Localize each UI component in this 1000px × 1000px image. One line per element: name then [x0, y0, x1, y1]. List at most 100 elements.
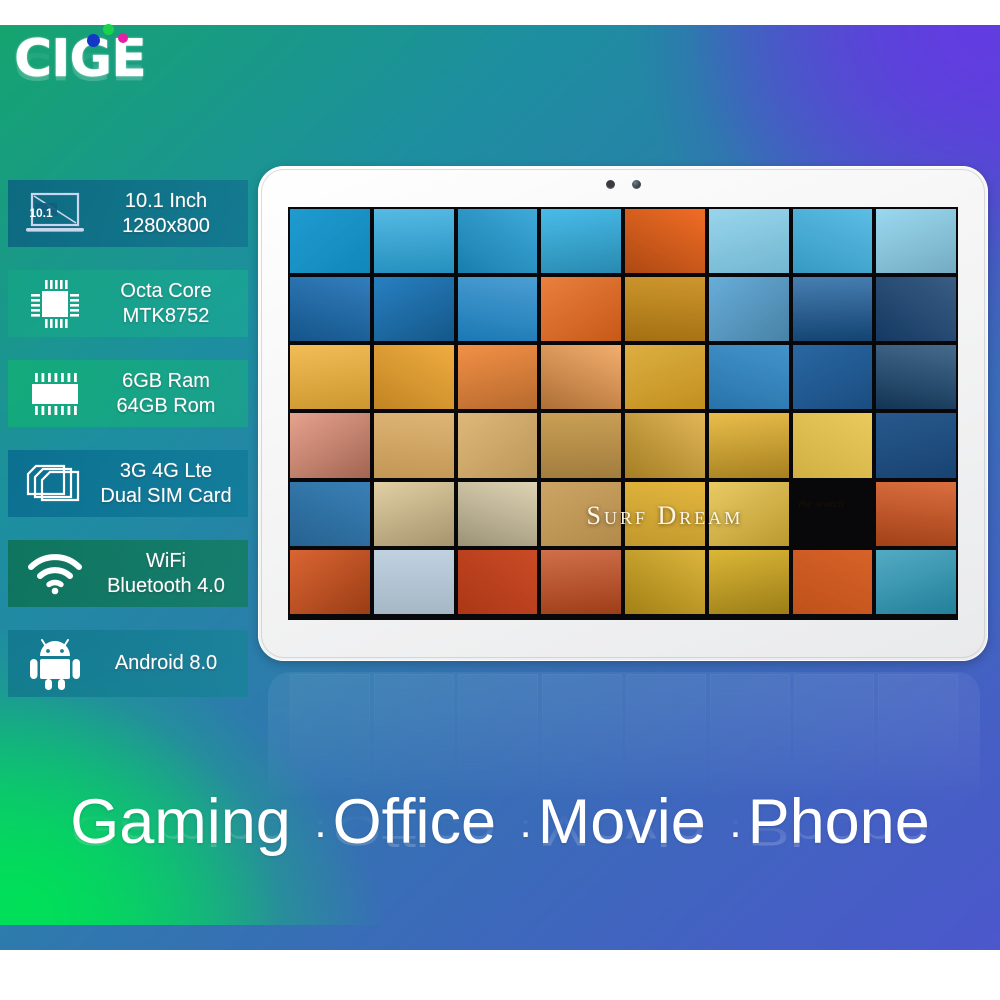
- wallpaper-tile: [625, 413, 705, 478]
- spec-badge-display-text: 10.1 Inch 1280x800: [94, 189, 238, 239]
- wallpaper-brand-mark: the search: [793, 482, 873, 546]
- wallpaper-tile: [290, 277, 370, 342]
- wallpaper-tile: [792, 413, 873, 478]
- android-robot-icon: [16, 635, 94, 693]
- wallpaper-tile: [708, 345, 789, 410]
- wallpaper-tile: [541, 413, 621, 478]
- wallpaper-tile: [290, 413, 370, 478]
- tagline-item: Gaming: [70, 806, 291, 855]
- spec-badge-wireless: WiFi Bluetooth 4.0: [8, 540, 248, 607]
- wallpaper-tile: [373, 209, 454, 274]
- wallpaper-tile: [792, 549, 873, 614]
- wallpaper-tile: [457, 345, 538, 410]
- monitor-icon: 10.1: [16, 185, 94, 243]
- tagline-reflection: Gaming .Office .Movie .Phone: [70, 805, 929, 855]
- top-white-margin: [0, 0, 1000, 25]
- tagline-block: Gaming .Office .Movie .Phone Gaming .Off…: [0, 786, 1000, 916]
- product-banner: CIGE CIGE 10.1 10.1 Inch 1280x800 Octa C…: [0, 0, 1000, 1000]
- spec-badge-network: 3G 4G Lte Dual SIM Card: [8, 450, 248, 517]
- wallpaper-tile: [290, 345, 370, 410]
- spec-badge-display: 10.1 10.1 Inch 1280x800: [8, 180, 248, 247]
- wallpaper-tile: [541, 481, 621, 546]
- brand-logo: CIGE CIGE: [14, 24, 244, 140]
- wallpaper-tile: [876, 413, 956, 478]
- wallpaper-tile: [708, 549, 789, 614]
- wallpaper-tile: [792, 277, 873, 342]
- wallpaper-mosaic-grid: Surf Dream the search: [288, 207, 958, 620]
- memory-chip-icon: [16, 365, 94, 423]
- wallpaper-brand-mark-text: the search: [798, 497, 844, 510]
- wallpaper-tile: [457, 549, 538, 614]
- wallpaper-tile: [290, 481, 370, 546]
- wallpaper-tile: [708, 481, 789, 546]
- tablet-screen[interactable]: Surf Dream the search: [288, 207, 958, 620]
- sim-card-icon: [16, 455, 94, 513]
- wallpaper-tile: [457, 481, 538, 546]
- spec-badge-os: Android 8.0: [8, 630, 248, 697]
- wallpaper-tile: [625, 209, 705, 274]
- wallpaper-tile: [792, 209, 873, 274]
- spec-badge-processor: Octa Core MTK8752: [8, 270, 248, 337]
- wallpaper-tile: [625, 277, 705, 342]
- spec-processor-line1: Octa Core: [120, 279, 212, 302]
- logo-dot-green-icon: [103, 24, 114, 35]
- wallpaper-tile: [373, 481, 454, 546]
- spec-badge-os-text: Android 8.0: [94, 651, 238, 676]
- light-sensor-icon: [631, 180, 641, 189]
- monitor-icon-label: 10.1: [29, 205, 53, 220]
- spec-display-line1: 10.1 Inch: [124, 189, 208, 212]
- tagline-separator: .: [729, 813, 742, 847]
- wallpaper-tile: [457, 277, 538, 342]
- wallpaper-tile: [708, 413, 789, 478]
- spec-badge-memory-text: 6GB Ram 64GB Rom: [94, 369, 238, 419]
- wallpaper-tile: [541, 345, 621, 410]
- tagline-item: Office: [332, 806, 496, 855]
- wallpaper-tile: [876, 345, 956, 410]
- spec-memory-line2: 64GB Rom: [116, 394, 216, 417]
- wallpaper-tile: [541, 209, 621, 274]
- spec-badge-list: 10.1 10.1 Inch 1280x800 Octa Core MTK875…: [8, 180, 248, 720]
- front-camera-icon: [605, 180, 615, 189]
- spec-badge-network-text: 3G 4G Lte Dual SIM Card: [94, 459, 238, 509]
- spec-wireless-line1: WiFi: [146, 549, 186, 572]
- wallpaper-tile: [373, 345, 454, 410]
- spec-badge-processor-text: Octa Core MTK8752: [94, 279, 238, 329]
- spec-badge-wireless-text: WiFi Bluetooth 4.0: [94, 549, 238, 599]
- wallpaper-tile: [625, 345, 705, 410]
- wallpaper-tile: [708, 209, 789, 274]
- tagline-separator: .: [314, 813, 327, 847]
- wallpaper-tile: [541, 277, 621, 342]
- wallpaper-tile: [876, 209, 956, 274]
- tagline-item: Phone: [747, 806, 930, 855]
- brand-logo-reflection: CIGE: [14, 43, 146, 87]
- spec-memory-line1: 6GB Ram: [122, 369, 210, 392]
- logo-dot-magenta-icon: [118, 33, 128, 43]
- tagline-separator: .: [519, 813, 532, 847]
- wallpaper-tile: [792, 345, 873, 410]
- spec-processor-line2: MTK8752: [122, 304, 210, 327]
- wallpaper-tile: [290, 549, 370, 614]
- tablet-device: Surf Dream the search: [258, 166, 988, 661]
- wifi-icon: [16, 545, 94, 603]
- wallpaper-tile: [541, 549, 621, 614]
- spec-network-line2: Dual SIM Card: [100, 484, 232, 507]
- wallpaper-tile: [373, 277, 454, 342]
- bottom-white-margin: [0, 950, 1000, 1000]
- cpu-chip-icon: [16, 275, 94, 333]
- wallpaper-tile: [373, 549, 454, 614]
- spec-os-line1: Android 8.0: [114, 652, 218, 674]
- spec-badge-memory: 6GB Ram 64GB Rom: [8, 360, 248, 427]
- wallpaper-tile: [625, 549, 705, 614]
- spec-wireless-line2: Bluetooth 4.0: [107, 574, 225, 597]
- wallpaper-tile: [876, 549, 956, 614]
- tagline-item: Movie: [537, 806, 706, 855]
- wallpaper-tile: [290, 209, 370, 274]
- wallpaper-tile: [625, 481, 705, 546]
- wallpaper-tile: [876, 277, 956, 342]
- wallpaper-tile: [708, 277, 789, 342]
- wallpaper-tile: [457, 413, 538, 478]
- tablet-camera-row: [258, 180, 988, 189]
- wallpaper-tile: [876, 481, 956, 546]
- wallpaper-tile: [457, 209, 538, 274]
- spec-display-line2: 1280x800: [122, 214, 210, 237]
